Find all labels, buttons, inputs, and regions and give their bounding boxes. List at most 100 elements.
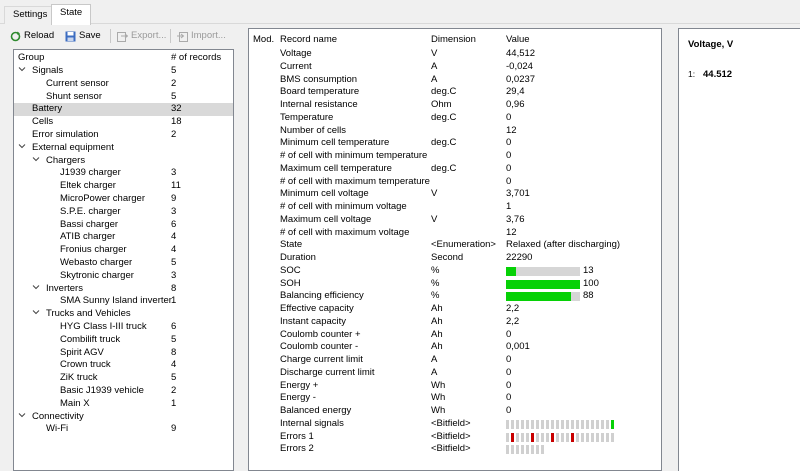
tree-item[interactable]: Main X 1 — [14, 398, 233, 411]
bitfield-bit — [576, 432, 579, 442]
tab-state[interactable]: State — [51, 4, 92, 25]
tree-item[interactable]: S.P.E. charger 3 — [14, 206, 233, 219]
record-dimension: V — [431, 213, 438, 225]
record-row[interactable]: Effective capacity Ah 2,2 — [249, 303, 661, 316]
tree-item-label: Crown truck — [60, 359, 111, 371]
tab-settings[interactable]: Settings — [4, 6, 57, 24]
tree-item[interactable]: Eltek charger 11 — [14, 180, 233, 193]
record-row[interactable]: Minimum cell temperature deg.C 0 — [249, 137, 661, 150]
record-row[interactable]: Internal signals <Bitfield> — [249, 418, 661, 431]
expand-chevron-icon[interactable] — [32, 283, 40, 296]
tree-item[interactable]: Bassi charger 6 — [14, 219, 233, 232]
record-row[interactable]: Temperature deg.C 0 — [249, 112, 661, 125]
records-table[interactable]: Mod. Record name Dimension Value Voltage… — [248, 28, 662, 471]
record-row[interactable]: Instant capacity Ah 2,2 — [249, 316, 661, 329]
record-row[interactable]: Errors 1 <Bitfield> — [249, 431, 661, 444]
tree-item[interactable]: SMA Sunny Island inverter 1 — [14, 295, 233, 308]
tree-item[interactable]: External equipment — [14, 142, 233, 155]
panel-splitter[interactable] — [240, 24, 244, 471]
tree-item[interactable]: MicroPower charger 9 — [14, 193, 233, 206]
record-row[interactable]: Maximum cell temperature deg.C 0 — [249, 163, 661, 176]
record-row[interactable]: Energy - Wh 0 — [249, 392, 661, 405]
record-row[interactable]: Coulomb counter + Ah 0 — [249, 329, 661, 342]
tree-item[interactable]: ZiK truck 5 — [14, 372, 233, 385]
record-row[interactable]: Number of cells 12 — [249, 125, 661, 138]
record-row[interactable]: Minimum cell voltage V 3,701 — [249, 188, 661, 201]
tree-item[interactable]: Spirit AGV 8 — [14, 347, 233, 360]
expand-chevron-icon[interactable] — [18, 142, 26, 155]
record-row[interactable]: Discharge current limit A 0 — [249, 367, 661, 380]
record-row[interactable]: Duration Second 22290 — [249, 252, 661, 265]
record-row[interactable]: Errors 2 <Bitfield> — [249, 443, 661, 456]
record-dimension: % — [431, 277, 440, 289]
tree-item[interactable]: Basic J1939 vehicle 2 — [14, 385, 233, 398]
record-row[interactable]: BMS consumption A 0,0237 — [249, 74, 661, 87]
tree-item[interactable]: Crown truck 4 — [14, 359, 233, 372]
tree-item[interactable]: J1939 charger 3 — [14, 167, 233, 180]
bitfield-bit — [601, 419, 604, 429]
column-header-mod[interactable]: Mod. — [253, 34, 274, 45]
group-tree[interactable]: Group # of records Signals 5 Current senso… — [13, 49, 234, 471]
tree-item[interactable]: Inverters 8 — [14, 283, 233, 296]
save-button[interactable]: Save — [65, 28, 101, 44]
record-row[interactable]: Board temperature deg.C 29,4 — [249, 86, 661, 99]
tree-item[interactable]: Webasto charger 5 — [14, 257, 233, 270]
tree-item[interactable]: Cells 18 — [14, 116, 233, 129]
tree-item[interactable]: ATIB charger 4 — [14, 231, 233, 244]
tree-item[interactable]: Connectivity — [14, 411, 233, 424]
expand-chevron-icon[interactable] — [32, 155, 40, 168]
record-row[interactable]: SOH% 100 — [249, 278, 661, 291]
tree-item[interactable]: HYG Class I-III truck 6 — [14, 321, 233, 334]
record-row[interactable]: Balancing efficiency% 88 — [249, 290, 661, 303]
record-row[interactable]: Coulomb counter - Ah 0,001 — [249, 341, 661, 354]
expand-chevron-icon[interactable] — [32, 308, 40, 321]
bitfield-bit — [511, 445, 514, 455]
tree-item[interactable]: Wi-Fi 9 — [14, 423, 233, 436]
record-row[interactable]: SOC% 13 — [249, 265, 661, 278]
record-row[interactable]: Voltage V 44,512 — [249, 48, 661, 61]
record-row[interactable]: # of cell with maximum temperature 0 — [249, 176, 661, 189]
tree-item[interactable]: Skytronic charger 3 — [14, 270, 233, 283]
record-value: 22290 — [506, 252, 533, 263]
tree-item[interactable]: Fronius charger 4 — [14, 244, 233, 257]
tree-item-label: Basic J1939 vehicle — [60, 385, 144, 396]
record-row[interactable]: Energy + Wh 0 — [249, 380, 661, 393]
record-row[interactable]: # of cell with minimum temperature 0 — [249, 150, 661, 163]
record-row[interactable]: Current A -0,024 — [249, 61, 661, 74]
column-header-group[interactable]: Group — [18, 52, 44, 63]
tree-item[interactable]: Current sensor 2 — [14, 78, 233, 91]
tree-item-count: 11 — [171, 180, 181, 192]
tree-item[interactable]: Combilift truck 5 — [14, 334, 233, 347]
record-row[interactable]: Balanced energy Wh 0 — [249, 405, 661, 418]
column-header-value[interactable]: Value — [506, 34, 530, 45]
tree-item-label: External equipment — [32, 141, 114, 153]
tree-item[interactable]: Trucks and Vehicles — [14, 308, 233, 321]
bitfield-bit — [541, 419, 544, 429]
record-row[interactable]: # of cell with minimum voltage 1 — [249, 201, 661, 214]
record-row[interactable]: Maximum cell voltage V 3,76 — [249, 214, 661, 227]
import-button[interactable]: Import... — [177, 28, 226, 44]
record-value: 12 — [506, 124, 517, 136]
column-header-dimension[interactable]: Dimension — [431, 34, 476, 45]
record-value: 0,001 — [506, 341, 530, 353]
tree-item[interactable]: Shunt sensor 5 — [14, 91, 233, 104]
record-name: Errors 2 — [280, 443, 314, 455]
record-row[interactable]: Internal resistance Ohm 0,96 — [249, 99, 661, 112]
column-header-records[interactable]: # of records — [171, 52, 221, 63]
record-row[interactable]: Charge current limit A 0 — [249, 354, 661, 367]
record-value: 0 — [506, 137, 512, 149]
tree-item-count: 5 — [171, 65, 177, 76]
column-header-record-name[interactable]: Record name — [280, 34, 337, 45]
tree-item[interactable]: Chargers — [14, 155, 233, 168]
tree-item[interactable]: Signals 5 — [14, 65, 233, 78]
tree-item-count: 4 — [171, 231, 177, 243]
record-row[interactable]: State <Enumeration> Relaxed (after dischar… — [249, 239, 661, 252]
reload-button[interactable]: Reload — [10, 28, 54, 44]
tree-item[interactable]: Battery 32 — [14, 103, 233, 117]
record-row[interactable]: # of cell with maximum voltage 12 — [249, 227, 661, 240]
export-button[interactable]: Export... — [117, 28, 166, 44]
bitfield-bit — [536, 432, 539, 442]
expand-chevron-icon[interactable] — [18, 65, 26, 78]
tree-item[interactable]: Error simulation 2 — [14, 129, 233, 142]
expand-chevron-icon[interactable] — [18, 411, 26, 424]
